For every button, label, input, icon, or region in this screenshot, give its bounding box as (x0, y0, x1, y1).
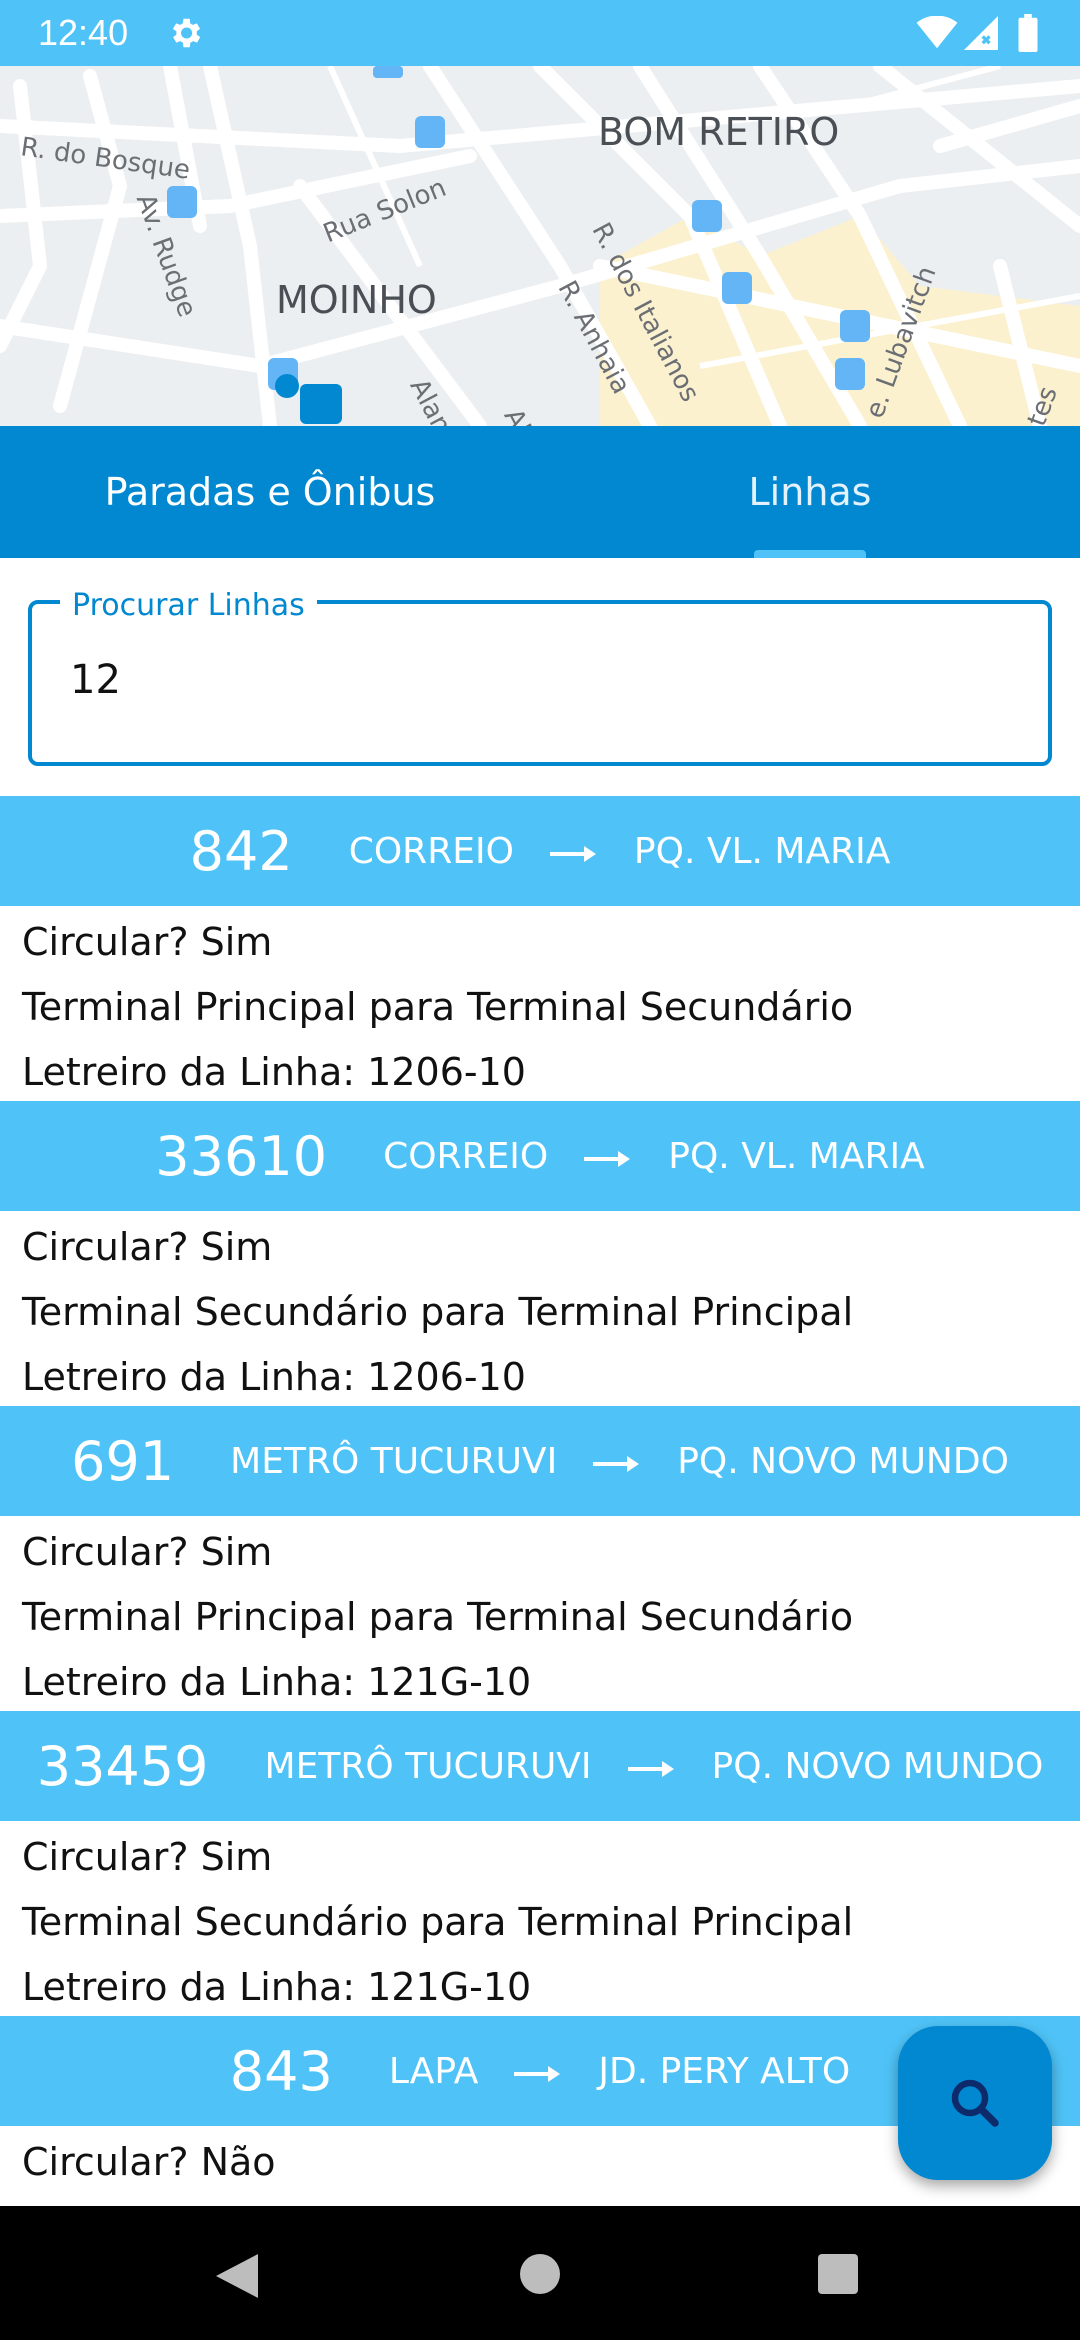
arrow-right-icon (549, 846, 596, 862)
search-fab-button[interactable] (898, 2026, 1052, 2180)
line-sign: Letreiro da Linha: 121G-10 (22, 1660, 532, 1704)
line-number: 33610 (155, 1124, 328, 1188)
line-details: Circular? Sim Terminal Principal para Te… (0, 906, 1080, 1105)
list-item[interactable]: 691 METRÔ TUCURUVI PQ. NOVO MUNDO Circul… (0, 1406, 1080, 1711)
line-sign: Letreiro da Linha: 1206-10 (22, 1050, 526, 1094)
map-label-moinho: MOINHO (276, 278, 437, 322)
line-number: 843 (229, 2039, 333, 2103)
line-header: 33610 CORREIO PQ. VL. MARIA (0, 1101, 1080, 1211)
recent-apps-icon[interactable] (818, 2254, 858, 2294)
list-item[interactable]: 33610 CORREIO PQ. VL. MARIA Circular? Si… (0, 1101, 1080, 1406)
back-icon[interactable] (214, 2254, 260, 2298)
status-time: 12:40 (38, 12, 129, 53)
line-destination: JD. PERY ALTO (598, 2050, 851, 2092)
line-details: Circular? Sim Terminal Principal para Te… (0, 1516, 1080, 1715)
line-destination: PQ. NOVO MUNDO (711, 1745, 1044, 1787)
line-direction: Terminal Principal para Terminal Secundá… (22, 1595, 854, 1639)
line-origin: METRÔ TUCURUVI (264, 1745, 592, 1787)
map-label-bom-retiro: BOM RETIRO (598, 110, 840, 154)
search-field-label: Procurar Linhas (60, 588, 317, 623)
line-direction: Terminal Principal para Terminal Secundá… (22, 2195, 1080, 2206)
line-destination: PQ. NOVO MUNDO (677, 1440, 1009, 1482)
search-label-text: Procurar Linhas (72, 588, 305, 623)
battery-icon (1018, 14, 1038, 52)
line-header: 691 METRÔ TUCURUVI PQ. NOVO MUNDO (0, 1406, 1080, 1516)
signal-icon (964, 16, 998, 50)
line-number: 842 (189, 819, 293, 883)
tab-bar: Paradas e Ônibus Linhas (0, 426, 1080, 558)
line-details: Circular? Sim Terminal Secundário para T… (0, 1821, 1080, 2020)
arrow-right-icon (584, 1151, 631, 1167)
wifi-icon (916, 16, 958, 49)
list-item[interactable]: 842 CORREIO PQ. VL. MARIA Circular? Sim … (0, 796, 1080, 1101)
home-icon[interactable] (520, 2254, 560, 2294)
line-circular: Circular? Sim (22, 1225, 273, 1269)
line-circular: Circular? Sim (22, 1530, 273, 1574)
tab-lines[interactable]: Linhas (540, 426, 1080, 558)
search-lines-input[interactable] (70, 650, 970, 710)
map-view[interactable]: BOM RETIRO MOINHO R. do Bosque Av. Rudge… (0, 66, 1080, 426)
line-destination: PQ. VL. MARIA (668, 1135, 925, 1177)
system-nav-bar (0, 2206, 1080, 2340)
status-bar: 12:40 (0, 0, 1080, 66)
arrow-right-icon (514, 2066, 561, 2082)
line-details: Circular? Sim Terminal Secundário para T… (0, 1211, 1080, 1410)
line-number: 691 (71, 1429, 175, 1493)
search-icon (951, 2079, 999, 2127)
line-sign: Letreiro da Linha: 1206-10 (22, 1355, 526, 1399)
arrow-right-icon (627, 1761, 674, 1777)
line-destination: PQ. VL. MARIA (633, 830, 891, 872)
line-direction: Terminal Principal para Terminal Secundá… (22, 985, 854, 1029)
line-sign: Letreiro da Linha: 121G-10 (22, 1965, 532, 2009)
line-number: 33459 (36, 1734, 209, 1798)
list-item[interactable]: 33459 METRÔ TUCURUVI PQ. NOVO MUNDO Circ… (0, 1711, 1080, 2016)
gear-icon (172, 18, 201, 48)
line-circular: Circular? Sim (22, 920, 273, 964)
line-origin: CORREIO (383, 1135, 549, 1177)
line-circular: Circular? Sim (22, 1835, 273, 1879)
line-header: 842 CORREIO PQ. VL. MARIA (0, 796, 1080, 906)
tab-indicator (754, 550, 866, 558)
line-direction: Terminal Secundário para Terminal Princi… (22, 1290, 854, 1334)
line-header: 33459 METRÔ TUCURUVI PQ. NOVO MUNDO (0, 1711, 1080, 1821)
line-origin: LAPA (388, 2050, 479, 2092)
line-origin: METRÔ TUCURUVI (230, 1440, 558, 1482)
arrow-right-icon (593, 1456, 640, 1472)
line-direction: Terminal Secundário para Terminal Princi… (22, 1900, 854, 1944)
line-origin: CORREIO (348, 830, 514, 872)
tab-stops-and-buses[interactable]: Paradas e Ônibus (0, 426, 540, 558)
lines-list[interactable]: 842 CORREIO PQ. VL. MARIA Circular? Sim … (0, 796, 1080, 2206)
